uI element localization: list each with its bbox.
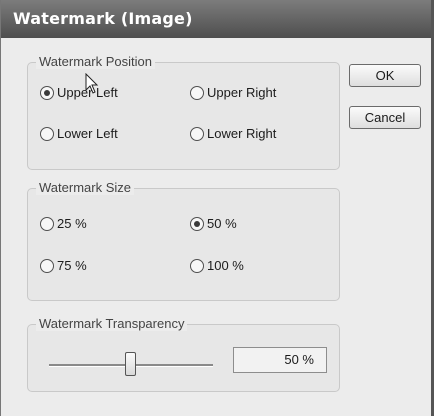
title-bar[interactable]: Watermark (Image) [1,0,431,38]
mouse-pointer-icon [85,73,99,94]
transparency-value-display: 50 % [233,347,327,373]
position-upper-right-radio[interactable]: Upper Right [190,85,276,100]
radio-indicator [40,85,54,100]
radio-indicator [40,216,54,231]
position-upper-left-radio[interactable]: Upper Left [40,85,118,100]
radio-label: 50 % [207,216,237,231]
radio-label: Lower Right [207,126,277,141]
size-75-radio[interactable]: 75 % [40,258,87,273]
radio-label: 75 % [57,258,87,273]
radio-indicator [40,126,54,141]
radio-indicator [190,126,204,141]
position-lower-right-radio[interactable]: Lower Right [190,126,276,141]
radio-label: 100 % [207,258,244,273]
size-group: Watermark Size [27,180,340,301]
radio-indicator [190,258,204,273]
dialog-title: Watermark (Image) [13,9,193,28]
radio-indicator [190,216,204,231]
position-group: Watermark Position [27,54,340,170]
radio-indicator [40,258,54,273]
radio-label: Upper Right [207,85,277,100]
radio-label: 25 % [57,216,87,231]
size-50-radio[interactable]: 50 % [190,216,237,231]
size-100-radio[interactable]: 100 % [190,258,244,273]
size-group-legend: Watermark Size [36,180,134,195]
position-lower-left-radio[interactable]: Lower Left [40,126,118,141]
radio-label: Lower Left [57,126,118,141]
transparency-group-legend: Watermark Transparency [36,316,188,331]
radio-indicator [190,85,204,100]
ok-button[interactable]: OK [349,64,421,87]
position-group-legend: Watermark Position [36,54,155,69]
transparency-slider-thumb[interactable] [125,352,136,376]
watermark-dialog: Watermark (Image) Watermark Position Upp… [0,0,434,416]
size-25-radio[interactable]: 25 % [40,216,87,231]
cancel-button[interactable]: Cancel [349,106,421,129]
